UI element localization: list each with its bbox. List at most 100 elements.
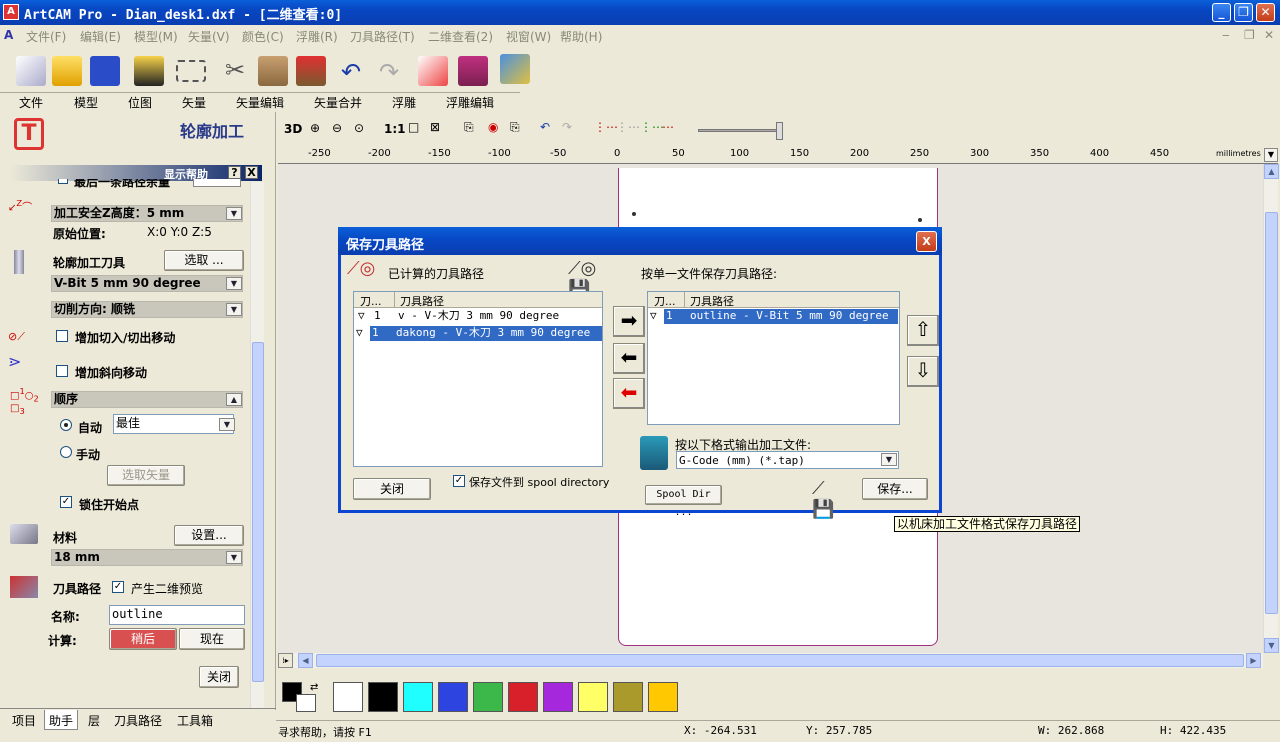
menu-window[interactable]: 视窗(W) <box>506 28 551 45</box>
material-setup-button[interactable]: 设置... <box>174 525 244 546</box>
col-tool[interactable]: 刀... <box>654 293 676 309</box>
spool-dir-button[interactable]: Spool Dir ... <box>645 485 722 518</box>
order-method-select[interactable]: 最佳 <box>113 414 234 434</box>
save-icon[interactable] <box>90 56 120 86</box>
material-dropdown-icon[interactable]: ▼ <box>226 551 242 564</box>
tab-toolbox[interactable]: 工具箱 <box>177 712 213 729</box>
auto-radio[interactable] <box>60 419 72 431</box>
snap-grid-icon[interactable]: ⋮⋯ <box>594 120 618 134</box>
preview2d-checkbox[interactable]: ✓ <box>112 581 124 593</box>
3d-view-button[interactable]: 3D <box>284 122 302 136</box>
computed-toolpath-list[interactable]: 刀... 刀具路径 ▽ 1 v - V-木刀 3 mm 90 degree ▽ … <box>353 291 603 467</box>
menu-relief[interactable]: 浮雕(R) <box>296 28 338 45</box>
panel-scrollbar[interactable] <box>250 182 264 708</box>
tab-layers[interactable]: 层 <box>88 712 100 729</box>
canvas-hscroll-thumb[interactable] <box>316 654 1244 667</box>
help-close-icon[interactable]: X <box>245 166 258 179</box>
pick-vectors-button[interactable]: 选取矢量 <box>107 465 185 486</box>
menu-edit[interactable]: 编辑(E) <box>80 28 121 45</box>
zoom-out-icon[interactable]: ⊖ <box>332 121 342 135</box>
select-tool-button[interactable]: 选取 ... <box>164 250 244 271</box>
scroll-up-icon[interactable]: ▲ <box>1264 164 1279 179</box>
output-format-select[interactable]: G-Code (mm) (*.tap) <box>676 451 899 469</box>
palette-swatch[interactable] <box>578 682 608 712</box>
remove-from-list-button[interactable]: ⬅ <box>613 343 645 374</box>
layer-view-icon[interactable]: ⎘ <box>464 120 474 135</box>
minimize-button[interactable]: _ <box>1212 3 1231 22</box>
swap-colors-icon[interactable]: ⇄ <box>310 682 318 693</box>
ruler-origin-icon[interactable]: ⁞▸ <box>278 653 293 668</box>
scroll-right-icon[interactable]: ▶ <box>1246 653 1261 668</box>
fit-all-icon[interactable]: ⊠ <box>430 120 440 134</box>
menu-file[interactable]: 文件(F) <box>26 28 66 45</box>
tab-relief[interactable]: 浮雕 <box>392 94 416 111</box>
panel-scroll-thumb[interactable] <box>252 342 264 682</box>
tab-model[interactable]: 模型 <box>74 94 98 111</box>
mdi-restore-icon[interactable]: ❐ <box>1244 28 1255 42</box>
tab-file[interactable]: 文件 <box>19 94 43 111</box>
tab-vector-edit[interactable]: 矢量编辑 <box>236 94 284 111</box>
palette-swatch[interactable] <box>648 682 678 712</box>
manual-radio[interactable] <box>60 446 72 458</box>
tab-relief-edit[interactable]: 浮雕编辑 <box>446 94 494 111</box>
menu-help[interactable]: 帮助(H) <box>560 28 602 45</box>
toolpath-name-input[interactable]: outline <box>109 605 245 625</box>
view-undo-icon[interactable]: ↶ <box>540 120 550 134</box>
close-window-button[interactable]: ✕ <box>1256 3 1275 22</box>
tab-vector-merge[interactable]: 矢量合并 <box>314 94 362 111</box>
save-button[interactable]: 保存... <box>862 478 928 500</box>
ramp-checkbox[interactable] <box>56 365 68 377</box>
partial-checkbox[interactable] <box>58 179 68 184</box>
zoom-slider[interactable] <box>698 129 782 132</box>
order-collapse-icon[interactable]: ▲ <box>226 393 242 406</box>
wizard-icon[interactable] <box>500 54 530 84</box>
order-method-dropdown-icon[interactable]: ▼ <box>219 418 235 431</box>
remove-all-button[interactable]: ⬅ <box>613 378 645 409</box>
toolpath-view-icon[interactable]: ⎘ <box>510 120 520 135</box>
direction-dropdown-icon[interactable]: ▼ <box>226 303 242 316</box>
help-book-icon[interactable] <box>458 56 488 86</box>
mdi-minimize-icon[interactable]: ‒ <box>1222 28 1230 42</box>
maximize-button[interactable]: ❐ <box>1234 3 1253 22</box>
palette-swatch[interactable] <box>543 682 573 712</box>
tab-bitmap[interactable]: 位图 <box>128 94 152 111</box>
tab-vector[interactable]: 矢量 <box>182 94 206 111</box>
paste-icon[interactable] <box>296 56 326 86</box>
tab-assistant[interactable]: 助手 <box>44 710 79 730</box>
notes-icon[interactable] <box>418 56 448 86</box>
select-area-icon[interactable] <box>176 60 206 82</box>
snap-points-icon[interactable]: ⋮⋯ <box>616 120 640 134</box>
list-item[interactable]: ▽ 1 dakong - V-木刀 3 mm 90 degree <box>356 326 602 341</box>
stock-allowance-field[interactable] <box>193 179 241 187</box>
menu-model[interactable]: 模型(M) <box>134 28 178 45</box>
menu-vector[interactable]: 矢量(V) <box>188 28 230 45</box>
import-bitmap-icon[interactable] <box>134 56 164 86</box>
palette-swatch[interactable] <box>438 682 468 712</box>
move-up-button[interactable]: ⇧ <box>907 315 939 346</box>
snap-mid-icon[interactable]: ⋯ <box>662 120 674 134</box>
tab-project[interactable]: 项目 <box>12 712 36 729</box>
background-color-swatch[interactable] <box>296 694 316 712</box>
add-to-list-button[interactable]: ➡ <box>613 306 645 337</box>
help-question-icon[interactable]: ? <box>228 166 241 179</box>
col-toolpath[interactable]: 刀具路径 <box>690 293 734 309</box>
output-format-dropdown-icon[interactable]: ▼ <box>881 453 897 466</box>
lock-start-checkbox[interactable]: ✓ <box>60 496 72 508</box>
spool-checkbox[interactable]: ✓ <box>453 475 465 487</box>
dialog-close-icon[interactable]: X <box>916 231 937 252</box>
vector-view-icon[interactable]: ◉ <box>488 120 498 134</box>
leadin-checkbox[interactable] <box>56 330 68 342</box>
move-down-button[interactable]: ⇩ <box>907 356 939 387</box>
single-file-toolpath-list[interactable]: 刀... 刀具路径 ▽ 1 outline - V-Bit 5 mm 90 de… <box>647 291 900 425</box>
snap-objects-icon[interactable]: ⋮⋯ <box>640 120 664 134</box>
zoom-slider-thumb[interactable] <box>776 122 783 140</box>
panel-close-button[interactable]: 关闭 <box>199 666 239 688</box>
menu-toolpath[interactable]: 刀具路径(T) <box>350 28 415 45</box>
zoom-1to1-button[interactable]: 1:1 <box>384 122 406 136</box>
zoom-in-icon[interactable]: ⊕ <box>310 121 320 135</box>
palette-swatch[interactable] <box>613 682 643 712</box>
list-item[interactable]: ▽ 1 outline - V-Bit 5 mm 90 degree <box>650 309 898 324</box>
zoom-window-icon[interactable]: ⊙ <box>354 121 364 135</box>
undo-icon[interactable]: ↶ <box>336 58 366 88</box>
palette-swatch[interactable] <box>403 682 433 712</box>
